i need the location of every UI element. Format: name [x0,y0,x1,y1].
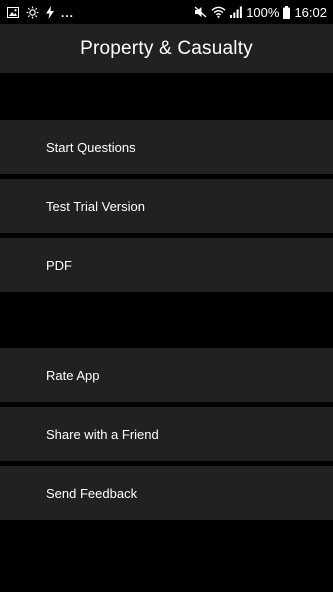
share-with-friend-button[interactable]: Share with a Friend [0,407,333,461]
flash-icon [46,5,54,19]
mute-icon [194,6,207,18]
status-bar-right: 100% 16:02 [190,5,327,20]
menu-item-label: Send Feedback [46,485,138,501]
menu-item-label: Start Questions [46,139,136,155]
menu-item-label: Test Trial Version [46,198,145,214]
test-trial-version-button[interactable]: Test Trial Version [0,179,333,233]
signal-icon [230,6,243,18]
image-icon [7,6,19,18]
start-questions-button[interactable]: Start Questions [0,120,333,174]
clock: 16:02 [294,4,327,20]
rate-app-button[interactable]: Rate App [0,348,333,402]
app-title: Property & Casualty [80,37,253,59]
battery-full-icon [283,5,291,19]
menu-item-label: PDF [46,257,72,273]
pdf-button[interactable]: PDF [0,238,333,292]
status-bar-left: ... [7,4,81,20]
sun-settings-icon [26,6,39,19]
menu-item-label: Rate App [46,367,100,383]
app-bar: Property & Casualty [0,24,333,73]
send-feedback-button[interactable]: Send Feedback [0,466,333,520]
menu-item-label: Share with a Friend [46,426,159,442]
wifi-icon [211,6,226,18]
status-bar: ... 100% 16:02 [0,0,333,24]
overflow-dots: ... [61,6,75,20]
battery-percent: 100% [246,4,280,20]
